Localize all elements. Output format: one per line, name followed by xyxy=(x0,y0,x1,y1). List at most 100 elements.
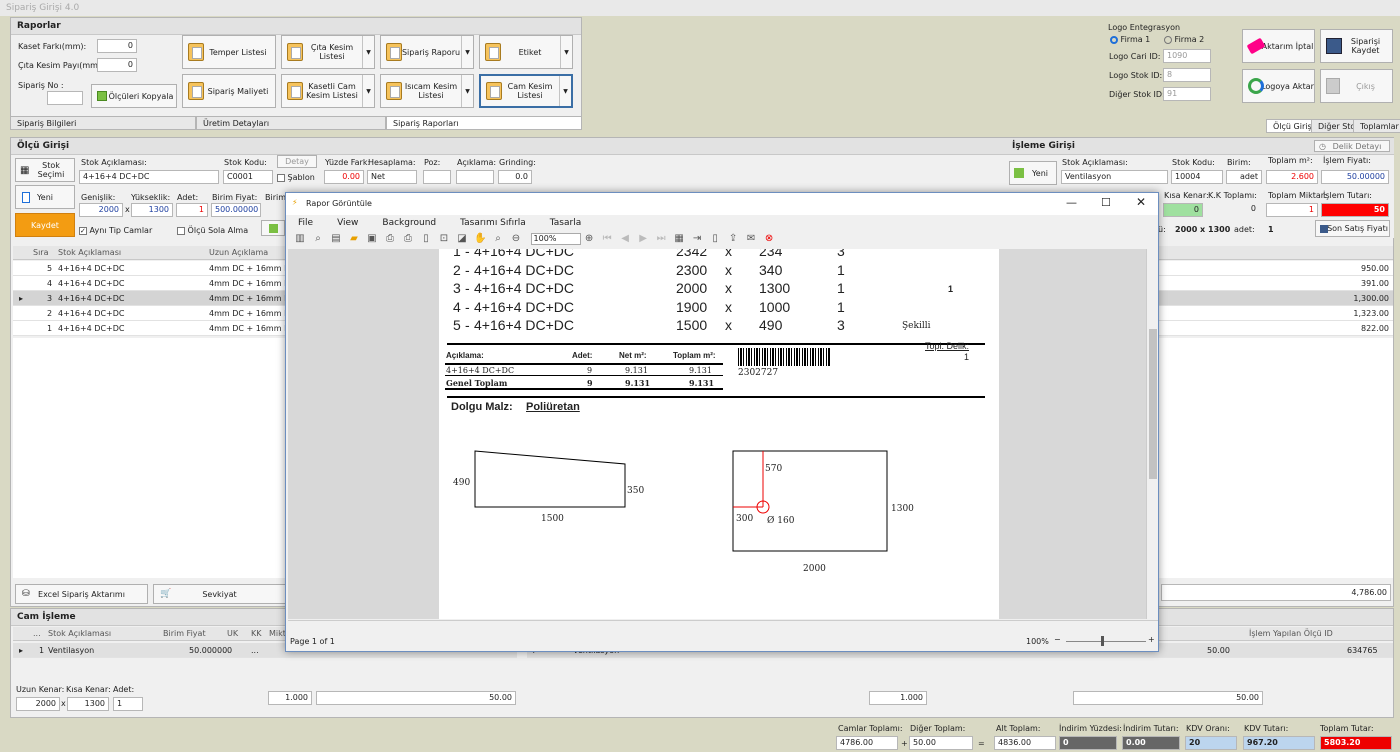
stop-icon[interactable]: ⊗ xyxy=(763,233,775,245)
uzun-input[interactable]: 2000 xyxy=(16,697,60,711)
menu-file[interactable]: File xyxy=(298,218,313,228)
table-row[interactable]: 5 4+16+4 DC+DC 4mm DC + 16mm HB xyxy=(13,261,296,276)
poz-input[interactable] xyxy=(423,170,451,184)
grid-icon[interactable]: ▤ xyxy=(330,233,342,245)
gen-input[interactable]: 2000 xyxy=(79,203,123,217)
export-icon[interactable]: ⇥ xyxy=(691,233,703,245)
son-satis-button[interactable]: Son Satış Fiyatı xyxy=(1315,220,1390,237)
temper-listesi-button[interactable]: Temper Listesi xyxy=(182,35,276,69)
chevron-down-icon[interactable]: ▼ xyxy=(362,36,374,68)
diger-input[interactable]: 91 xyxy=(1163,87,1211,101)
table-row-right[interactable]: 391.00 xyxy=(1158,276,1393,291)
sidebar-icon[interactable]: ▥ xyxy=(294,233,306,245)
adet-input[interactable]: 1 xyxy=(176,203,208,217)
doc-icon[interactable]: ▯ xyxy=(709,233,721,245)
table-row-right[interactable]: 1,323.00 xyxy=(1158,306,1393,321)
isleme-stokkod-input[interactable]: 10004 xyxy=(1171,170,1223,184)
prev-page-icon[interactable]: ◀ xyxy=(619,233,631,245)
stok-secimi-button[interactable]: ▦ Stok Seçimi xyxy=(15,158,75,182)
if-input[interactable]: 50.00000 xyxy=(1321,170,1389,184)
print-icon[interactable]: ⎙ xyxy=(384,233,396,245)
multipage-icon[interactable]: ▦ xyxy=(673,233,685,245)
add-button[interactable] xyxy=(261,220,285,236)
cam-kesim-button[interactable]: Cam Kesim Listesi ▼ xyxy=(479,74,573,108)
zoom-in-icon[interactable]: ⊕ xyxy=(583,233,595,245)
zoom-slider[interactable] xyxy=(1066,641,1146,642)
tab-siparis-bilgileri[interactable]: Sipariş Bilgileri xyxy=(10,116,196,130)
menu-tasarla[interactable]: Tasarla xyxy=(550,218,581,228)
zoom-select[interactable]: 100% xyxy=(530,233,581,245)
birim-input[interactable]: adet xyxy=(1226,170,1262,184)
table-row-right[interactable]: 1,300.00 xyxy=(1158,291,1393,306)
export-doc-icon[interactable]: ⇪ xyxy=(727,233,739,245)
maximize-icon[interactable]: ☐ xyxy=(1101,196,1111,209)
sola-checkbox[interactable]: Ölçü Sola Alma xyxy=(177,226,248,235)
isleme-stokack-select[interactable]: Ventilasyon xyxy=(1061,170,1168,184)
chevron-down-icon[interactable]: ▼ xyxy=(560,36,572,68)
kasetli-kesim-button[interactable]: Kasetli Cam Kesim Listesi ▼ xyxy=(281,74,375,108)
first-page-icon[interactable]: ⏮ xyxy=(601,233,613,245)
siparis-input[interactable] xyxy=(47,91,83,105)
open-icon[interactable]: ▰ xyxy=(348,233,360,245)
firma1-radio[interactable]: Firma 1 xyxy=(1110,35,1150,44)
menu-background[interactable]: Background xyxy=(382,218,436,228)
tab-uretim-detaylari[interactable]: Üretim Detayları xyxy=(196,116,386,130)
hesap-select[interactable]: Net xyxy=(367,170,417,184)
zoom-thumb[interactable] xyxy=(1101,636,1104,646)
it-value[interactable]: 0.00 xyxy=(1122,736,1180,750)
kisa-input[interactable]: 0 xyxy=(1163,203,1203,217)
table-row[interactable]: 2 4+16+4 DC+DC 4mm DC + 16mm HB xyxy=(13,306,296,321)
isicam-kesim-button[interactable]: Isıcam Kesim Listesi ▼ xyxy=(380,74,474,108)
excel-aktarim-button[interactable]: ⛁ Excel Sipariş Aktarımı xyxy=(15,584,148,604)
cari-input[interactable]: 1090 xyxy=(1163,49,1211,63)
chevron-down-icon[interactable]: ▼ xyxy=(559,76,571,106)
etiket-button[interactable]: Etiket ▼ xyxy=(479,35,573,69)
table-row[interactable]: 4 4+16+4 DC+DC 4mm DC + 16mm HB xyxy=(13,276,296,291)
kdvo-value[interactable]: 20 xyxy=(1185,736,1237,750)
page-setup-icon[interactable]: ▯ xyxy=(420,233,432,245)
siparisi-kaydet-button[interactable]: Siparişi Kaydet xyxy=(1320,29,1393,63)
olculeri-kopyala-button[interactable]: Ölçüleri Kopyala xyxy=(91,84,177,108)
hand-icon[interactable]: ✋ xyxy=(474,233,486,245)
zoom-in-icon[interactable]: + xyxy=(1148,635,1155,644)
siparis-raporu-button[interactable]: Sipariş Raporu ▼ xyxy=(380,35,474,69)
tmik-input[interactable]: 1 xyxy=(1266,203,1318,217)
yuk-input[interactable]: 1300 xyxy=(131,203,173,217)
adet-input[interactable]: 1 xyxy=(113,697,143,711)
cita-kesim-button[interactable]: Çıta Kesim Listesi ▼ xyxy=(281,35,375,69)
yeni-button[interactable]: Yeni xyxy=(15,185,75,209)
stok-input[interactable]: 8 xyxy=(1163,68,1211,82)
stokack-select[interactable]: 4+16+4 DC+DC xyxy=(79,170,219,184)
delik-detayi-button[interactable]: ◷ Delik Detayı xyxy=(1314,140,1390,152)
sevkiyat-button[interactable]: 🛒 Sevkiyat xyxy=(153,584,286,604)
iy-value[interactable]: 0 xyxy=(1059,736,1117,750)
table-row[interactable]: 1 4+16+4 DC+DC 4mm DC + 16mm HB xyxy=(13,321,296,336)
table-row-right[interactable]: 950.00 xyxy=(1158,261,1393,276)
chevron-down-icon[interactable]: ▼ xyxy=(461,75,473,107)
table-row-right[interactable]: 822.00 xyxy=(1158,321,1393,336)
scale-icon[interactable]: ⊡ xyxy=(438,233,450,245)
cikis-button[interactable]: Çıkış xyxy=(1320,69,1393,103)
find-icon[interactable]: ⌕ xyxy=(312,233,324,245)
stokkod-input[interactable]: C0001 xyxy=(223,170,273,184)
save-icon[interactable]: ▣ xyxy=(366,233,378,245)
next-page-icon[interactable]: ▶ xyxy=(637,233,649,245)
ack-input[interactable] xyxy=(456,170,494,184)
ayni-tip-checkbox[interactable]: ✓ Aynı Tip Camlar xyxy=(79,226,152,235)
bf-input[interactable]: 500.00000 xyxy=(211,203,261,217)
table-row[interactable]: ▸ 3 4+16+4 DC+DC 4mm DC + 16mm HB xyxy=(13,291,296,306)
viewer-hscroll[interactable] xyxy=(288,620,1158,632)
zoom-out-icon[interactable]: ⊖ xyxy=(510,233,522,245)
tab-siparis-raporlari[interactable]: Sipariş Raporları xyxy=(386,116,582,130)
cita-input[interactable]: 0 xyxy=(97,58,137,72)
sablon-checkbox[interactable]: Şablon xyxy=(277,173,315,182)
firma2-radio[interactable]: Firma 2 xyxy=(1164,35,1204,44)
logoya-aktar-button[interactable]: Logoya Aktar xyxy=(1242,69,1315,103)
zoom-out-icon[interactable]: − xyxy=(1054,635,1061,644)
grind-input[interactable]: 0.0 xyxy=(498,170,532,184)
tab-toplamlar[interactable]: Toplamlar xyxy=(1353,119,1400,133)
chevron-down-icon[interactable]: ▼ xyxy=(461,36,473,68)
print-quick-icon[interactable]: ⎙ xyxy=(402,233,414,245)
close-icon[interactable]: ✕ xyxy=(1136,195,1146,209)
menu-sifirla[interactable]: Tasarımı Sıfırla xyxy=(460,218,526,228)
